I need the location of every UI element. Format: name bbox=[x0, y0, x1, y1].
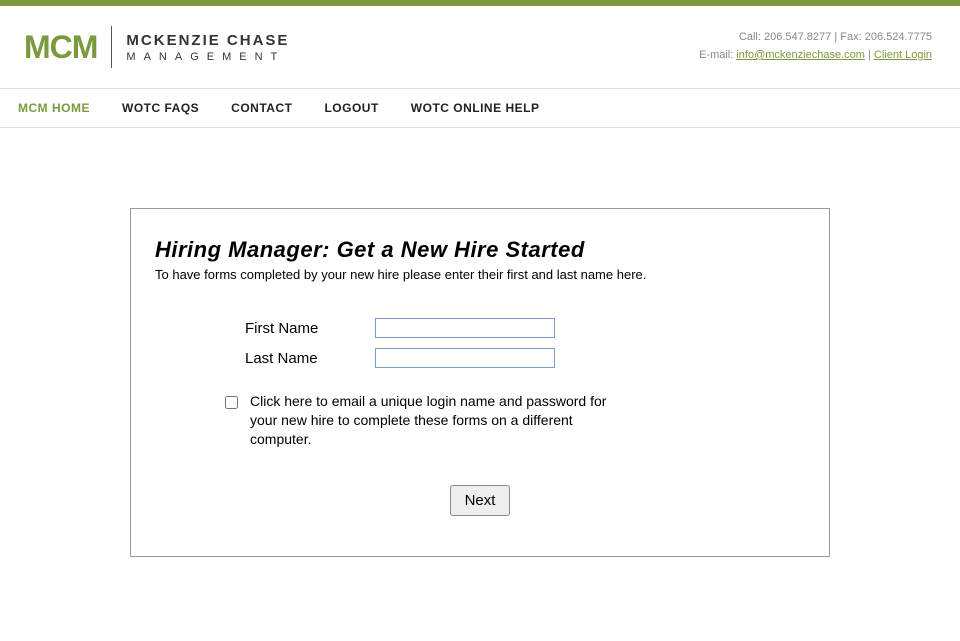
sep1: | bbox=[831, 31, 840, 43]
call-number: 206.547.8277 bbox=[764, 31, 831, 43]
email-login-checkbox-label: Click here to email a unique login name … bbox=[250, 392, 630, 449]
last-name-input[interactable] bbox=[375, 348, 555, 368]
email-prefix: E-mail: bbox=[699, 49, 736, 61]
sep2: | bbox=[865, 49, 874, 61]
checkbox-row: Click here to email a unique login name … bbox=[155, 392, 805, 449]
content-area: Hiring Manager: Get a New Hire Started T… bbox=[0, 128, 960, 597]
logo-line1: MCKENZIE CHASE bbox=[126, 32, 289, 49]
next-button[interactable]: Next bbox=[450, 485, 511, 516]
logo-abbrev: MCM bbox=[24, 29, 97, 66]
page-title: Hiring Manager: Get a New Hire Started bbox=[155, 237, 805, 263]
nav-bar: MCM HOME WOTC FAQS CONTACT LOGOUT WOTC O… bbox=[0, 89, 960, 128]
client-login-link[interactable]: Client Login bbox=[874, 49, 932, 61]
logo-block: MCM MCKENZIE CHASE MANAGEMENT bbox=[24, 26, 289, 68]
fax-prefix: Fax: bbox=[840, 31, 864, 43]
contact-line2: E-mail: info@mckenziechase.com | Client … bbox=[699, 47, 932, 65]
first-name-label: First Name bbox=[245, 320, 375, 337]
last-name-label: Last Name bbox=[245, 350, 375, 367]
email-link[interactable]: info@mckenziechase.com bbox=[736, 49, 865, 61]
first-name-row: First Name bbox=[155, 318, 805, 338]
logo-divider bbox=[111, 26, 112, 68]
logo-text: MCKENZIE CHASE MANAGEMENT bbox=[126, 32, 289, 63]
first-name-input[interactable] bbox=[375, 318, 555, 338]
logo-line2: MANAGEMENT bbox=[126, 51, 289, 63]
last-name-row: Last Name bbox=[155, 348, 805, 368]
header: MCM MCKENZIE CHASE MANAGEMENT Call: 206.… bbox=[0, 6, 960, 89]
button-row: Next bbox=[155, 485, 805, 516]
form-box: Hiring Manager: Get a New Hire Started T… bbox=[130, 208, 830, 557]
nav-wotc-online-help[interactable]: WOTC ONLINE HELP bbox=[411, 101, 540, 115]
nav-logout[interactable]: LOGOUT bbox=[324, 101, 378, 115]
contact-line1: Call: 206.547.8277 | Fax: 206.524.7775 bbox=[699, 29, 932, 47]
page-subtitle: To have forms completed by your new hire… bbox=[155, 267, 805, 282]
email-login-checkbox[interactable] bbox=[225, 396, 238, 409]
nav-contact[interactable]: CONTACT bbox=[231, 101, 292, 115]
nav-mcm-home[interactable]: MCM HOME bbox=[18, 101, 90, 115]
call-prefix: Call: bbox=[739, 31, 764, 43]
contact-info: Call: 206.547.8277 | Fax: 206.524.7775 E… bbox=[699, 29, 932, 64]
nav-wotc-faqs[interactable]: WOTC FAQS bbox=[122, 101, 199, 115]
fax-number: 206.524.7775 bbox=[865, 31, 932, 43]
